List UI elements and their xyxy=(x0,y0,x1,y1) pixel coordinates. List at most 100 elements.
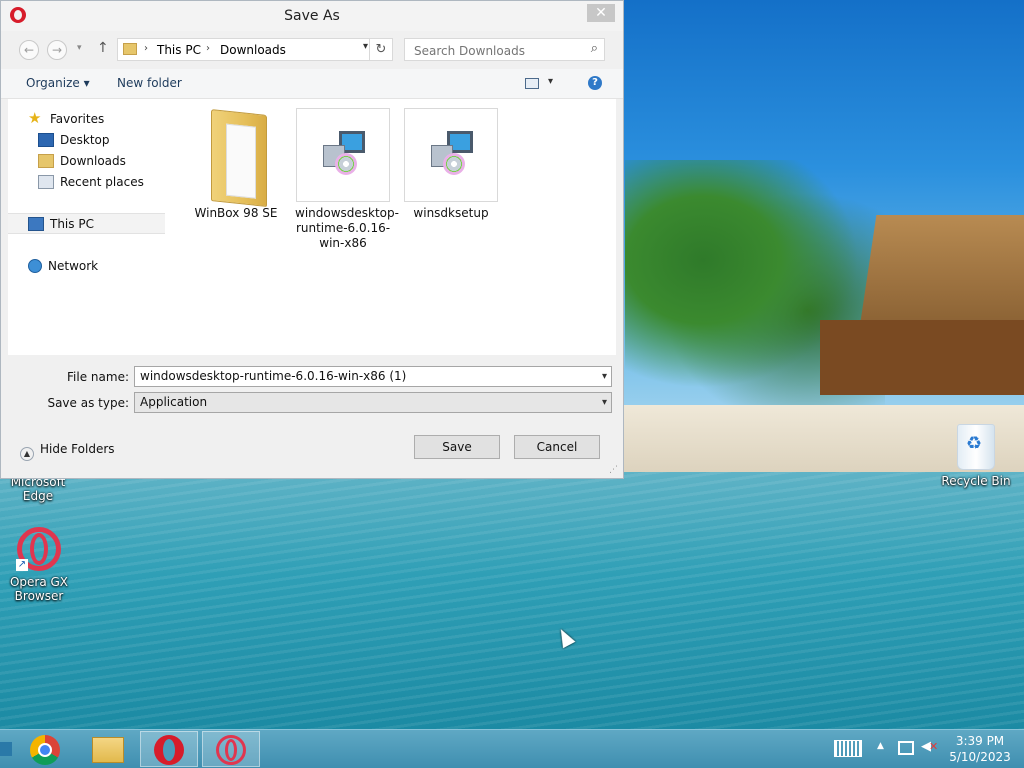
dialog-titlebar[interactable]: Save As ✕ xyxy=(1,1,623,31)
network-icon xyxy=(28,259,42,273)
address-dropdown-icon[interactable]: ▾ xyxy=(363,41,368,52)
taskbar: ▲ ◀✕ 3:39 PM 5/10/2023 xyxy=(0,729,1024,768)
save-as-type-label: Save as type: xyxy=(47,396,129,410)
network-status-icon[interactable] xyxy=(898,741,914,755)
recent-locations-dropdown-icon[interactable]: ▾ xyxy=(77,43,82,53)
breadcrumb-separator: › xyxy=(206,43,210,54)
recent-places-icon xyxy=(38,175,54,189)
chrome-icon xyxy=(30,735,60,765)
taskbar-item-chrome[interactable] xyxy=(16,731,74,767)
change-view-icon[interactable] xyxy=(525,78,539,89)
nav-item-this-pc[interactable]: This PC xyxy=(8,213,165,234)
nav-label: Recent places xyxy=(60,175,144,189)
organize-button[interactable]: Organize ▾ xyxy=(26,76,90,90)
file-item[interactable]: windowsdesktop-runtime-6.0.16-win-x86 xyxy=(295,108,399,251)
nav-item-recent-places[interactable]: Recent places xyxy=(38,172,144,193)
start-edge-icon[interactable] xyxy=(0,742,12,756)
search-box[interactable]: ⌕ xyxy=(404,38,605,61)
file-name: winsdksetup xyxy=(413,206,489,220)
opera-icon xyxy=(154,735,184,765)
system-clock[interactable]: 3:39 PM 5/10/2023 xyxy=(946,733,1014,765)
clock-time: 3:39 PM xyxy=(955,734,1005,748)
save-button[interactable]: Save xyxy=(414,435,500,459)
desktop-icon-label: Opera GX Browser xyxy=(9,575,69,603)
wallpaper-hut-roof xyxy=(860,215,1024,325)
wallpaper-hut-base xyxy=(820,320,1024,395)
breadcrumb-downloads[interactable]: Downloads xyxy=(220,43,286,57)
new-folder-button[interactable]: New folder xyxy=(117,76,182,90)
save-options-panel: File name: windowsdesktop-runtime-6.0.16… xyxy=(1,355,623,478)
help-icon[interactable]: ? xyxy=(588,76,602,90)
file-name: windowsdesktop-runtime-6.0.16-win-x86 xyxy=(295,206,399,250)
file-item[interactable]: winsdksetup xyxy=(403,108,499,221)
view-options-dropdown-icon[interactable]: ▾ xyxy=(548,76,553,87)
nav-label: Downloads xyxy=(60,154,126,168)
chevron-up-icon: ▲ xyxy=(20,447,34,461)
dialog-title: Save As xyxy=(284,8,340,24)
folder-icon xyxy=(211,109,267,207)
file-explorer-icon xyxy=(92,737,124,763)
breadcrumb-this-pc[interactable]: This PC xyxy=(157,43,201,57)
volume-muted-icon[interactable]: ◀✕ xyxy=(921,739,938,754)
nav-item-network[interactable]: Network xyxy=(28,256,98,277)
file-thumbnail xyxy=(404,108,498,202)
refresh-button[interactable]: ↻ xyxy=(369,39,392,60)
nav-item-downloads[interactable]: Downloads xyxy=(38,151,126,172)
file-item[interactable]: WinBox 98 SE xyxy=(188,108,284,221)
taskbar-item-opera[interactable] xyxy=(140,731,198,767)
downloads-folder-icon xyxy=(38,154,54,168)
nav-label: Network xyxy=(48,259,99,273)
clock-date: 5/10/2023 xyxy=(949,750,1011,764)
save-as-type-select[interactable]: Application ▾ xyxy=(134,392,612,413)
navigation-pane: ★ Favorites Desktop Downloads Recent plac… xyxy=(8,99,167,355)
desktop-icon xyxy=(38,133,54,147)
touch-keyboard-icon[interactable] xyxy=(834,740,862,757)
navigation-bar: ← → ▾ ↑ › This PC › Downloads ▾ ↻ ⌕ xyxy=(1,34,623,66)
desktop-icon-label: Microsoft Edge xyxy=(10,475,66,503)
file-name: WinBox 98 SE xyxy=(194,206,278,220)
star-icon: ★ xyxy=(28,109,42,127)
save-as-dialog: Save As ✕ ← → ▾ ↑ › This PC › Downloads … xyxy=(0,0,624,479)
nav-item-favorites[interactable]: ★ Favorites xyxy=(28,108,104,129)
taskbar-item-opera-gx[interactable] xyxy=(202,731,260,767)
recycle-bin-icon xyxy=(957,424,995,470)
shortcut-arrow-icon: ↗ xyxy=(16,559,28,571)
file-name-field[interactable]: windowsdesktop-runtime-6.0.16-win-x86 (1… xyxy=(134,366,612,387)
chevron-down-icon[interactable]: ▾ xyxy=(602,367,607,386)
taskbar-item-file-explorer[interactable] xyxy=(78,731,136,767)
wallpaper-sea xyxy=(0,472,1024,730)
search-input[interactable] xyxy=(412,40,586,61)
cancel-button[interactable]: Cancel xyxy=(514,435,600,459)
installer-icon xyxy=(429,131,477,179)
installer-icon xyxy=(321,131,369,179)
hide-folders-button[interactable]: ▲ Hide Folders xyxy=(20,442,115,461)
chevron-down-icon[interactable]: ▾ xyxy=(602,393,607,412)
file-thumbnail xyxy=(189,108,283,207)
address-bar[interactable]: › This PC › Downloads ▾ ↻ xyxy=(117,38,393,61)
nav-item-desktop[interactable]: Desktop xyxy=(38,130,110,151)
desktop-icon-label: Recycle Bin xyxy=(941,474,1011,488)
this-pc-icon xyxy=(28,217,44,231)
show-hidden-icons-icon[interactable]: ▲ xyxy=(877,741,884,751)
nav-label: Desktop xyxy=(60,133,110,147)
breadcrumb-separator: › xyxy=(144,43,148,54)
hide-folders-label: Hide Folders xyxy=(40,442,115,456)
save-as-type-value: Application xyxy=(140,395,208,409)
desktop-icon-microsoft-edge[interactable]: Microsoft Edge xyxy=(3,475,73,503)
up-button[interactable]: ↑ xyxy=(97,40,109,56)
folder-icon xyxy=(123,43,137,55)
content-area: ★ Favorites Desktop Downloads Recent plac… xyxy=(8,99,616,355)
opera-gx-icon xyxy=(216,735,246,765)
resize-grip-icon[interactable]: ⋰ xyxy=(609,465,619,475)
search-icon: ⌕ xyxy=(590,41,598,56)
file-list: WinBox 98 SE windowsdesktop-runtime-6.0.… xyxy=(178,99,616,355)
forward-button[interactable]: → xyxy=(47,40,67,60)
file-name-value: windowsdesktop-runtime-6.0.16-win-x86 (1… xyxy=(140,369,407,383)
back-button[interactable]: ← xyxy=(19,40,39,60)
close-button[interactable]: ✕ xyxy=(587,4,615,22)
nav-label: This PC xyxy=(50,217,94,231)
desktop-icon-recycle-bin[interactable]: Recycle Bin xyxy=(940,424,1012,488)
nav-label: Favorites xyxy=(50,112,105,126)
command-toolbar: Organize ▾ New folder ▾ ? xyxy=(1,69,623,99)
desktop-icon-opera-gx[interactable]: ↗ Opera GX Browser xyxy=(4,527,74,603)
